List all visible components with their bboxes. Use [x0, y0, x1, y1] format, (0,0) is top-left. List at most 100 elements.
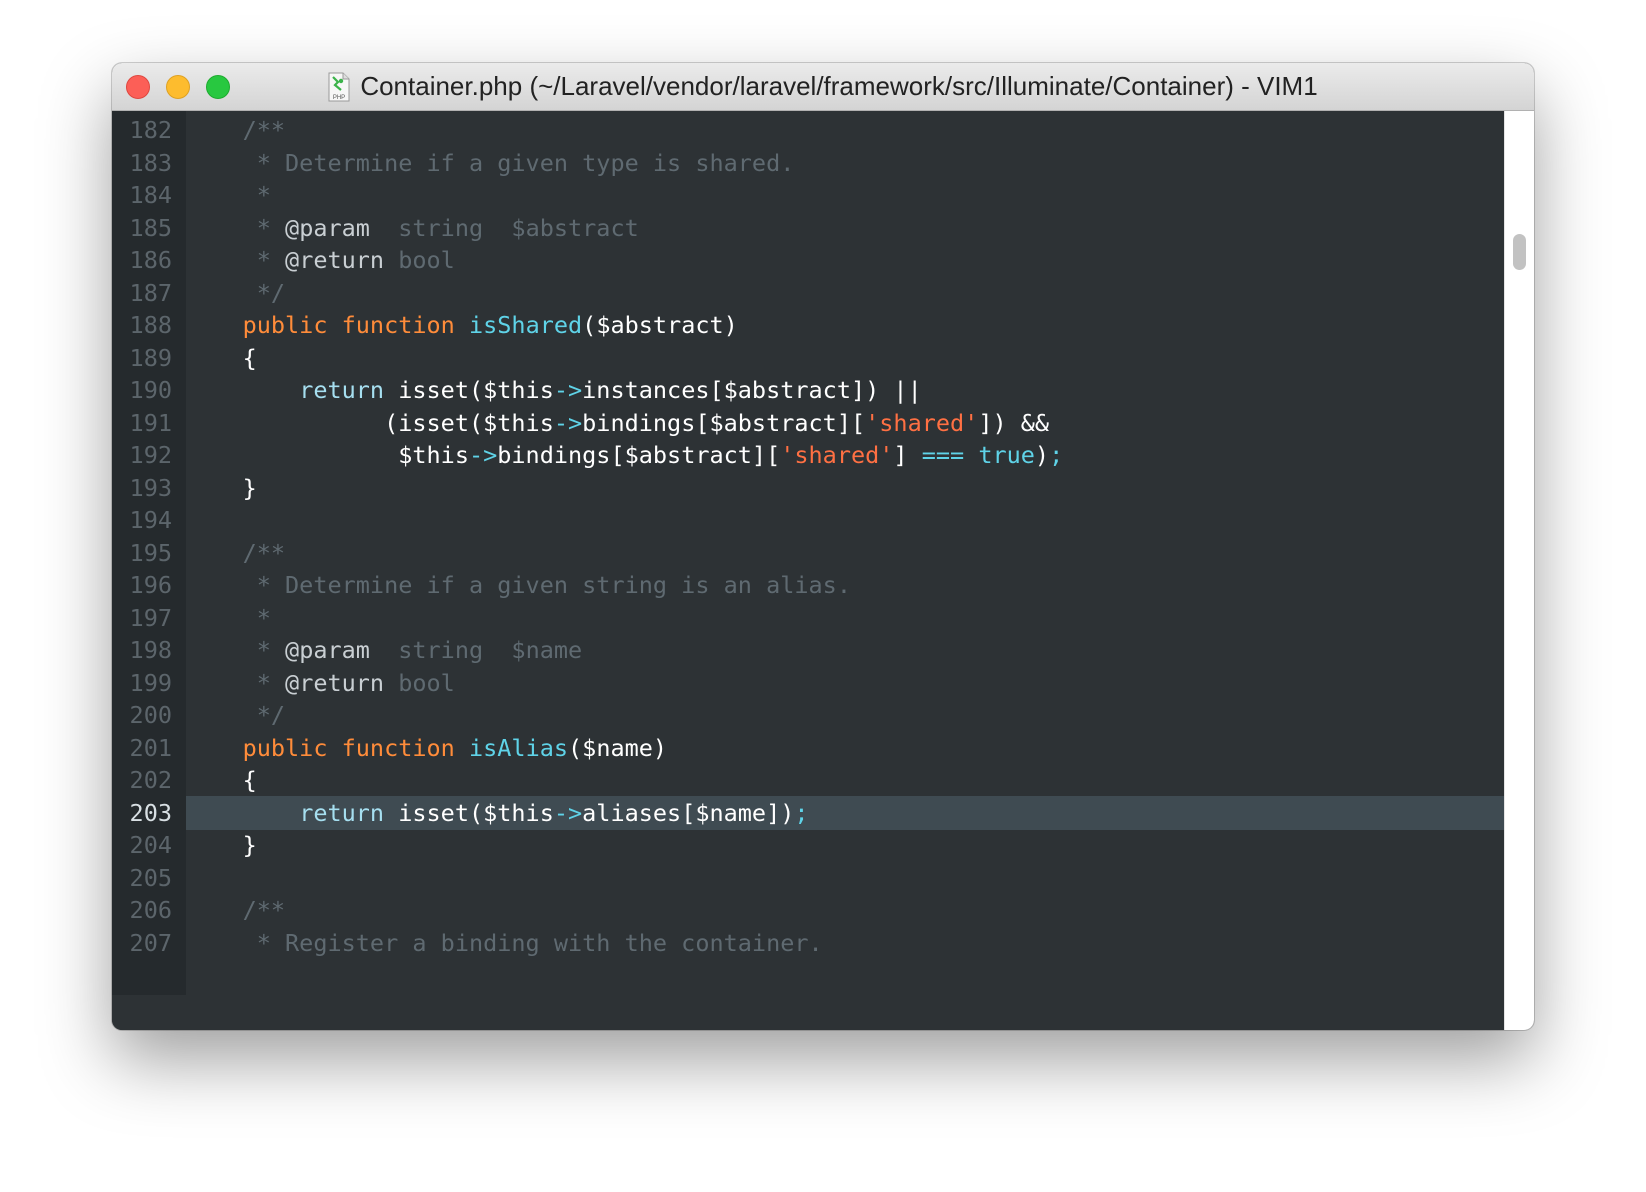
code-line[interactable]: 192 $this->bindings[$abstract]['shared']… — [112, 438, 1504, 472]
code-token: } — [186, 473, 257, 502]
editor-pane[interactable]: 182 /** 183 * Determine if a given type i… — [112, 111, 1504, 1030]
line-number: 207 — [129, 928, 172, 957]
code-line[interactable]: 184 * — [112, 178, 1504, 212]
line-number: 193 — [129, 473, 172, 502]
code-line[interactable]: 199 * @return bool — [112, 666, 1504, 700]
code-token: ) — [1034, 441, 1050, 469]
code-token: isShared — [468, 311, 583, 339]
code-token: * Determine if a given type is shared. — [186, 148, 795, 177]
code-line[interactable]: 200 */ — [112, 698, 1504, 732]
code-token: isset($this — [384, 798, 554, 827]
code-token: * Register a binding with the container. — [186, 928, 823, 957]
code-line[interactable]: 195 /** — [112, 536, 1504, 570]
code-token: return — [299, 798, 385, 827]
line-number: 189 — [129, 343, 172, 372]
code-token: $this — [186, 441, 469, 469]
code-token: ] — [893, 441, 922, 469]
code-token: 'shared' — [780, 441, 894, 469]
code-token: return — [299, 376, 385, 404]
code-line[interactable]: 190 return isset($this->instances[$abstr… — [112, 373, 1504, 407]
code-line[interactable]: 202 { — [112, 763, 1504, 797]
line-code: (isset($this->bindings[$abstract]['share… — [186, 406, 1049, 440]
code-line[interactable]: 205 — [112, 861, 1504, 895]
line-code: * — [186, 601, 271, 635]
code-token: bindings[$abstract][ — [582, 408, 866, 437]
line-code: public function isAlias($name) — [186, 731, 667, 765]
code-token: * — [186, 603, 271, 632]
code-token: * — [186, 636, 286, 664]
code-line[interactable]: 197 * — [112, 601, 1504, 635]
code-token: -> — [553, 376, 583, 404]
code-line[interactable]: 182 /** — [112, 113, 1504, 147]
php-icon-label: PHP — [333, 95, 345, 101]
line-number: 202 — [129, 766, 172, 794]
line-code: /** — [186, 536, 285, 570]
line-code: /** — [186, 893, 285, 927]
line-number: 194 — [129, 506, 172, 534]
code-line[interactable]: 185 * @param string $abstract — [112, 211, 1504, 245]
line-number: 192 — [129, 441, 172, 469]
code-line[interactable]: 183 * Determine if a given type is share… — [112, 146, 1504, 180]
code-line[interactable]: 206 /** — [112, 893, 1504, 927]
line-number: 200 — [129, 701, 172, 729]
line-code: */ — [186, 276, 285, 310]
code-token: */ — [186, 701, 286, 729]
line-code: return isset($this->instances[$abstract]… — [186, 373, 922, 407]
vertical-scrollbar[interactable] — [1504, 111, 1534, 1030]
code-token: ($name) — [568, 733, 668, 762]
line-code: * @return bool — [186, 243, 455, 277]
code-token: * — [186, 668, 286, 697]
title-bar[interactable]: PHP Container.php (~/Laravel/vendor/lara… — [112, 63, 1534, 111]
line-code: * Determine if a given string is an alia… — [186, 568, 851, 602]
line-code: */ — [186, 698, 285, 732]
code-token: true — [978, 441, 1035, 469]
code-line[interactable]: 186 * @return bool — [112, 243, 1504, 277]
code-token: -> — [553, 798, 583, 827]
code-token: @return — [285, 668, 385, 697]
window-title-area: PHP Container.php (~/Laravel/vendor/lara… — [112, 63, 1534, 110]
code-token: instances[$abstract]) || — [582, 376, 922, 404]
line-number: 197 — [129, 603, 172, 632]
code-token: } — [186, 831, 257, 859]
code-token: @return — [285, 246, 385, 274]
code-token: isset($this — [384, 376, 554, 404]
code-line[interactable]: 207 * Register a binding with the contai… — [112, 926, 1504, 960]
code-token: === — [921, 441, 965, 469]
code-token: /** — [186, 896, 286, 924]
line-code: * Register a binding with the container. — [186, 926, 823, 960]
code-token: /** — [186, 116, 286, 144]
code-token: @param — [285, 213, 370, 242]
line-code: * @param string $name — [186, 633, 582, 667]
line-number: 188 — [129, 311, 172, 339]
code-token: aliases[$name]) — [582, 798, 795, 827]
current-code-line[interactable]: 203 return isset($this->aliases[$name]); — [112, 795, 1504, 830]
code-token: ]) && — [978, 408, 1050, 437]
scrollbar-thumb[interactable] — [1513, 234, 1526, 270]
code-token: string $abstract — [369, 213, 639, 242]
code-token: bool — [384, 668, 455, 697]
code-line[interactable]: 188 public function isShared($abstract) — [112, 308, 1504, 342]
line-number: 187 — [129, 278, 172, 307]
code-line[interactable]: 194 — [112, 503, 1504, 537]
code-line[interactable]: 204 } — [112, 828, 1504, 862]
code-line[interactable]: 196 * Determine if a given string is an … — [112, 568, 1504, 602]
code-token: isAlias — [468, 733, 569, 762]
line-code: /** — [186, 113, 285, 147]
code-line[interactable]: 193 } — [112, 471, 1504, 505]
code-token: * — [186, 181, 271, 209]
line-code: } — [186, 828, 257, 862]
code-line[interactable]: 201 public function isAlias($name) — [112, 731, 1504, 765]
line-number: 205 — [129, 863, 172, 892]
code-line[interactable]: 198 * @param string $name — [112, 633, 1504, 667]
line-code: { — [186, 763, 257, 797]
code-line[interactable]: 191 (isset($this->bindings[$abstract]['s… — [112, 406, 1504, 440]
code-line[interactable]: 187 */ — [112, 276, 1504, 310]
code-line[interactable]: 189 { — [112, 341, 1504, 375]
